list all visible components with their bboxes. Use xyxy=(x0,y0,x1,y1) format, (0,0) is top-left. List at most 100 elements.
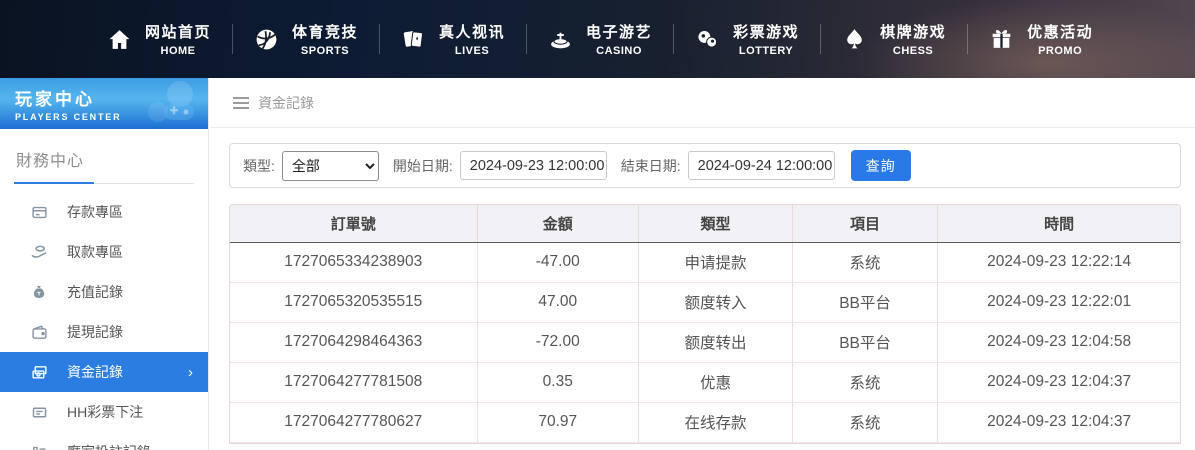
item-cell: 系统 xyxy=(792,242,939,283)
breadcrumb: 資金記錄 xyxy=(210,78,1195,128)
time-cell: 2024-09-23 12:04:37 xyxy=(937,402,1180,443)
table-row: 1727065334238903 -47.00 申请提款 系统 2024-09-23 1… xyxy=(230,242,1180,283)
nav-item-labels: 真人视讯 LIVES xyxy=(439,21,505,57)
table-header-row: 訂單號 金額 類型 項目 時間 xyxy=(230,205,1180,243)
nav-item-home[interactable]: 网站首页 HOME xyxy=(86,21,232,57)
time-cell: 2024-09-23 12:04:37 xyxy=(937,362,1180,403)
sidebar-item-funds-records[interactable]: 資金記錄 › xyxy=(0,352,208,392)
hamburger-icon[interactable] xyxy=(233,96,249,99)
page-title: 資金記錄 xyxy=(258,94,314,111)
nav-item-casino[interactable]: 电子游艺 CASINO xyxy=(527,21,673,57)
order-number-cell: 1727064277781508 xyxy=(230,362,478,403)
type-cell: 额度转入 xyxy=(638,282,793,323)
amount-cell: 0.35 xyxy=(477,362,639,403)
type-cell: 优惠 xyxy=(638,362,793,403)
nav-item-promo[interactable]: 优惠活动 PROMO xyxy=(968,21,1114,57)
start-date-label: 開始日期: xyxy=(392,157,453,174)
nav-item-lives[interactable]: 真人视讯 LIVES xyxy=(380,21,526,57)
nav-item-labels: 彩票游戏 LOTTERY xyxy=(733,21,799,57)
list-icon xyxy=(30,444,48,450)
sidebar-section-finance-center: 財務中心 xyxy=(14,143,194,184)
nav-label-en: SPORTS xyxy=(300,45,350,57)
sidebar-item-label: 充值記錄 xyxy=(67,284,123,300)
column-header-time: 時間 xyxy=(937,205,1180,243)
hand-money-icon xyxy=(30,243,48,261)
main-content: 資金記錄 類型: 全部 開始日期: 結束日期: 查詢 訂單號金額類型項 xyxy=(210,78,1195,450)
time-cell: 2024-09-23 12:22:01 xyxy=(937,282,1180,323)
nav-label-en: HOME xyxy=(160,45,196,57)
top-nav-items: 网站首页 HOME 体育竞技 SPORTS 真人视讯 LIVES 电子游艺 CASINO 彩票游… xyxy=(86,21,1114,57)
players-center-banner: 玩家中心 PLAYERS CENTER xyxy=(0,78,208,129)
sidebar-item-label: 提現記錄 xyxy=(67,324,123,340)
banknotes-icon xyxy=(30,364,48,381)
order-number-cell: 1727064298464363 xyxy=(230,322,478,363)
amount-cell: 47.00 xyxy=(477,282,639,323)
table-row: 1727064277780627 70.97 在线存款 系统 2024-09-23 12… xyxy=(230,402,1180,443)
query-button[interactable]: 查詢 xyxy=(850,150,911,181)
column-header-amount: 金額 xyxy=(477,205,639,243)
playing-cards-icon xyxy=(401,27,426,52)
nav-label-zh: 电子游艺 xyxy=(586,24,653,41)
nav-label-zh: 真人视讯 xyxy=(439,24,506,41)
gift-icon xyxy=(989,27,1014,52)
column-header-item: 項目 xyxy=(792,205,939,243)
sidebar-item-room-bet-records[interactable]: 廳室投註記錄 xyxy=(0,432,208,450)
wallet-icon xyxy=(30,324,48,341)
end-date-input[interactable] xyxy=(687,151,835,180)
nav-item-labels: 电子游艺 CASINO xyxy=(586,21,652,57)
amount-cell: -47.00 xyxy=(477,242,639,283)
bank-card-icon xyxy=(30,204,48,221)
nav-item-lottery[interactable]: 彩票游戏 LOTTERY xyxy=(674,21,820,57)
type-cell: 额度转出 xyxy=(638,322,793,363)
amount-cell: -72.00 xyxy=(477,322,639,363)
nav-label-zh: 棋牌游戏 xyxy=(880,24,947,41)
nav-item-labels: 体育竞技 SPORTS xyxy=(292,21,358,57)
spade-icon xyxy=(842,27,867,52)
funds-table: 訂單號 金額 類型 項目 時間 1727065334238903 -47.00 申请提款 系统… xyxy=(230,205,1180,443)
money-bag-icon xyxy=(30,284,48,300)
funds-table-wrap: 訂單號 金額 類型 項目 時間 1727065334238903 -47.00 申请提款 系统… xyxy=(229,204,1181,444)
nav-label-en: LIVES xyxy=(454,45,490,57)
sidebar-item-label: 資金記錄 xyxy=(67,364,123,380)
sidebar-menu: 存款專區取款專區充值記錄提現記錄資金記錄 › HH彩票下注廳室投註記錄 xyxy=(0,192,208,450)
roulette-icon xyxy=(548,27,573,52)
nav-item-chess[interactable]: 棋牌游戏 CHESS xyxy=(821,21,967,57)
item-cell: 系统 xyxy=(792,402,939,443)
nav-label-en: PROMO xyxy=(1038,45,1083,57)
type-select[interactable]: 全部 xyxy=(281,150,379,181)
nav-label-zh: 彩票游戏 xyxy=(733,24,800,41)
order-number-cell: 1727065320535515 xyxy=(230,282,478,323)
sidebar-item-label: HH彩票下注 xyxy=(67,404,144,420)
sidebar: 玩家中心 PLAYERS CENTER 財務中心 存款專區取款專區充值記錄提現記… xyxy=(0,78,209,450)
lottery-balls-icon xyxy=(695,27,720,52)
item-cell: BB平台 xyxy=(792,282,939,323)
home-icon xyxy=(107,27,132,52)
nav-label-zh: 网站首页 xyxy=(145,24,212,41)
table-row: 1727065320535515 47.00 额度转入 BB平台 2024-09-23 … xyxy=(230,282,1180,323)
sidebar-item-recharge-records[interactable]: 充值記錄 xyxy=(0,272,208,312)
nav-label-zh: 优惠活动 xyxy=(1027,24,1094,41)
column-header-type: 類型 xyxy=(638,205,793,243)
nav-item-sports[interactable]: 体育竞技 SPORTS xyxy=(233,21,379,57)
nav-label-en: LOTTERY xyxy=(738,45,794,57)
sidebar-item-label: 取款專區 xyxy=(67,244,123,260)
sidebar-item-withdraw-zone[interactable]: 取款專區 xyxy=(0,232,208,272)
nav-item-labels: 优惠活动 PROMO xyxy=(1027,21,1093,57)
sidebar-item-deposit-zone[interactable]: 存款專區 xyxy=(0,192,208,232)
sidebar-item-hh-lottery-bets[interactable]: HH彩票下注 xyxy=(0,392,208,432)
sidebar-item-withdrawal-records[interactable]: 提現記錄 xyxy=(0,312,208,352)
table-row: 1727064277781508 0.35 优惠 系统 2024-09-23 12:04… xyxy=(230,362,1180,403)
order-number-cell: 1727065334238903 xyxy=(230,242,478,283)
table-row: 1727064298464363 -72.00 额度转出 BB平台 2024-09-23… xyxy=(230,322,1180,363)
gamepad-decoration-icon xyxy=(148,81,194,122)
column-header-order-number: 訂單號 xyxy=(230,205,478,243)
time-cell: 2024-09-23 12:04:58 xyxy=(937,322,1180,363)
item-cell: BB平台 xyxy=(792,322,939,363)
start-date-input[interactable] xyxy=(459,151,607,180)
type-label: 類型: xyxy=(243,157,275,174)
nav-label-en: CHESS xyxy=(892,45,934,57)
top-nav: 网站首页 HOME 体育竞技 SPORTS 真人视讯 LIVES 电子游艺 CASINO 彩票游… xyxy=(0,0,1195,78)
nav-label-en: CASINO xyxy=(596,45,642,57)
ticket-icon xyxy=(30,404,48,421)
nav-label-zh: 体育竞技 xyxy=(292,24,359,41)
